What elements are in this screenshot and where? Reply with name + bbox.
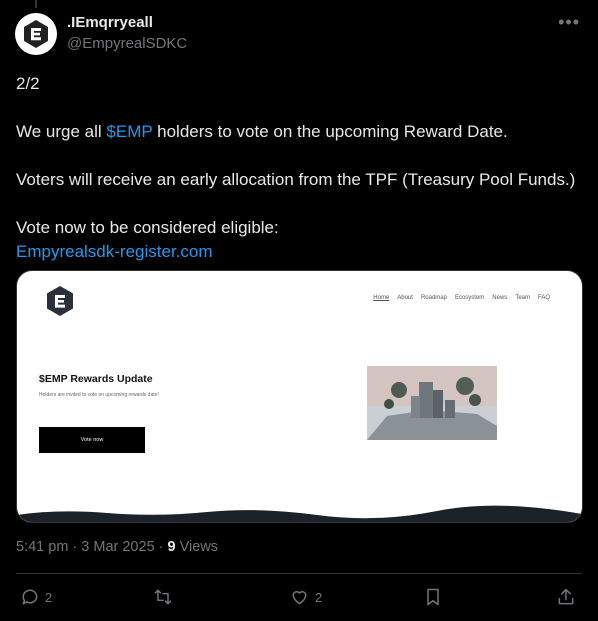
more-options-icon[interactable]: ••• [558,12,580,33]
share-icon [558,588,574,605]
site-logo-icon [45,285,75,322]
cashtag-link[interactable]: $EMP [106,122,152,141]
heart-icon [292,591,307,605]
link-preview-card[interactable]: Home About Roadmap Ecosystem News Team F… [16,270,583,523]
views-count: 9 [167,539,176,555]
like-button[interactable]: 2 [289,587,322,607]
tweet-line: Vote now to be considered eligible: [16,218,279,237]
tweet-line: We urge all $EMP holders to vote on the … [16,122,508,141]
site-nav-item: Home [373,295,390,301]
empyreal-logo-icon [24,20,48,48]
site-nav: Home About Roadmap Ecosystem News Team F… [373,295,550,301]
author-handle[interactable]: @EmpyrealSDKC [67,35,187,52]
thread-connector [35,0,37,8]
like-count: 2 [315,589,323,605]
site-nav-item: Roadmap [420,295,447,301]
site-nav-item: About [397,295,413,301]
site-nav-item: Ecosystem [454,295,485,301]
author-display-name[interactable]: .IEmqrryeall [67,14,153,31]
card-bottom-wave [17,505,582,522]
site-nav-item: FAQ [537,295,550,301]
views-label: Views [175,539,219,555]
site-vote-button: Vote now [39,427,145,453]
site-subtext: Holders are invited to vote on upcoming … [39,392,159,398]
avatar[interactable] [15,13,57,55]
reply-count: 2 [45,589,53,605]
divider [16,573,582,574]
site-heading: $EMP Rewards Update [39,373,153,385]
tweet-line: Voters will receive an early allocation … [16,170,576,189]
reply-icon [22,589,38,605]
repost-button[interactable] [152,587,174,607]
tweet-metadata: 5:41 pm · 3 Mar 2025 · 9 Views [16,539,218,555]
reply-button[interactable]: 2 [20,587,52,607]
external-link[interactable]: Empyrealsdk-register.com [16,242,213,261]
bookmark-icon [427,588,439,606]
tweet-text: 2/2 We urge all $EMP holders to vote on … [16,72,586,264]
tweet-line: 2/2 [16,74,40,93]
repost-icon [154,589,172,605]
bookmark-button[interactable] [423,587,443,607]
share-button[interactable] [556,587,576,607]
site-hero-image [367,366,497,440]
site-nav-item: News [492,295,508,301]
timestamp[interactable]: 5:41 pm · 3 Mar 2025 · [16,539,168,555]
action-bar: 2 2 [0,583,598,613]
site-nav-item: Team [515,295,530,301]
